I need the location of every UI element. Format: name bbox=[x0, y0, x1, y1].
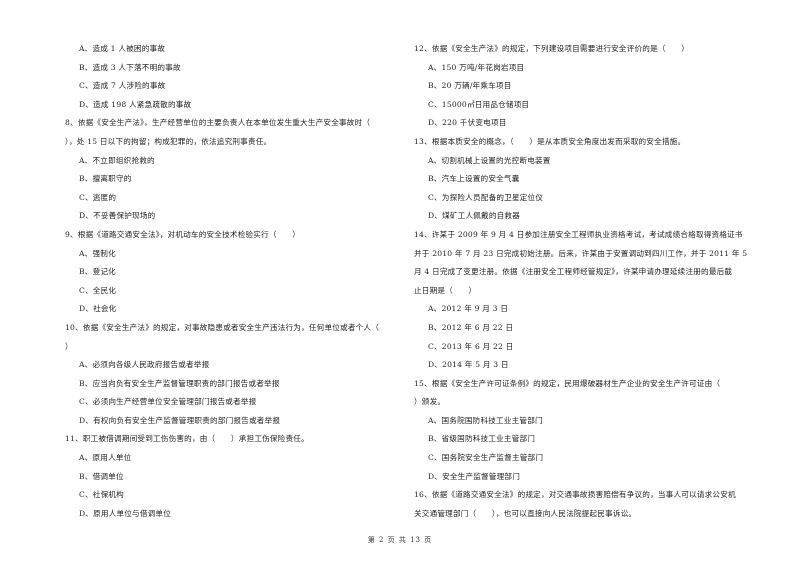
answer-option: C、为探险人员配备的卫星定位仪 bbox=[428, 192, 544, 202]
answer-option: B、登记化 bbox=[79, 267, 116, 277]
question-text: ）颁发。 bbox=[414, 397, 446, 407]
answer-option: D、不妥善保护现场的 bbox=[79, 211, 156, 221]
question-text: 关交通管理部门（ ），也可以直接向人民法院提起民事诉讼。 bbox=[414, 508, 637, 518]
question-text: 13、根据本质安全的概念，（ ）是从本质安全角度出发而采取的安全措施。 bbox=[414, 136, 686, 146]
answer-option: A、造成 1 人被困的事故 bbox=[79, 44, 166, 53]
answer-option: D、原用人单位与借调单位 bbox=[79, 508, 172, 518]
answer-option: B、擅离职守的 bbox=[79, 174, 132, 184]
answer-option: B、20 万辆/年乘车项目 bbox=[428, 81, 512, 91]
answer-option: A、不立即组织抢救的 bbox=[79, 155, 155, 165]
answer-option: D、2014 年 5 月 3 日 bbox=[428, 360, 509, 370]
answer-option: B、借调单位 bbox=[79, 471, 124, 481]
answer-option: A、强制化 bbox=[79, 248, 116, 258]
answer-option: D、造成 198 人紧急疏散的事故 bbox=[79, 99, 192, 109]
question-text: 9、根据《道路交通安全法》，对机动车的安全技术检验实行（ ） bbox=[65, 229, 301, 239]
right-column: 12、依据《安全生产法》的规定，下列建设项目需要进行安全评价的是（ ） A、150… bbox=[414, 40, 764, 523]
answer-option: B、造成 3 人下落不明的事故 bbox=[79, 62, 181, 72]
answer-option: C、15000㎡日用品仓储项目 bbox=[428, 99, 530, 109]
answer-option: A、国务院国防科技工业主管部门 bbox=[428, 415, 543, 425]
answer-option: A、必须向各级人民政府报告或者举报 bbox=[79, 360, 210, 370]
answer-option: C、必须向生产经营单位安全管理部门报告或者举报 bbox=[79, 397, 257, 407]
question-text: 12、依据《安全生产法》的规定，下列建设项目需要进行安全评价的是（ ） bbox=[414, 44, 690, 53]
question-text: 止日期是（ ） bbox=[414, 285, 477, 295]
answer-option: C、全民化 bbox=[79, 285, 117, 295]
answer-option: D、社会化 bbox=[79, 304, 117, 314]
answer-option: A、150 万吨/年花岗岩项目 bbox=[428, 62, 525, 72]
answer-option: C、国务院安全生产监督主管部门 bbox=[428, 453, 544, 463]
answer-option: C、造成 7 人涉险的事故 bbox=[79, 81, 166, 91]
answer-option: D、煤矿工人佩戴的自救器 bbox=[428, 211, 521, 221]
answer-option: A、切割机械上设置的光控断电装置 bbox=[428, 155, 551, 165]
question-text: 月 4 日完成了变更注册。依据《注册安全工程师经管规定》，许某申请办理延续注册的… bbox=[414, 267, 733, 277]
answer-option: B、汽车上设置的安全气囊 bbox=[428, 174, 520, 184]
question-text: 15、根据《安全生产许可证条例》的规定，民用爆破器材生产企业的安全生产许可证由（ bbox=[414, 378, 721, 388]
answer-option: D、安全生产监督管理部门 bbox=[428, 471, 521, 481]
left-column: A、造成 1 人被困的事故 B、造成 3 人下落不明的事故 C、造成 7 人涉险的事… bbox=[65, 40, 410, 523]
answer-option: B、应当向负有安全生产监督管理职责的部门报告或者举报 bbox=[79, 378, 280, 388]
question-text: 10、依据《安全生产法》的规定，对事故隐患或者安全生产违法行为，任何单位或者个人… bbox=[65, 322, 380, 332]
question-text: 11、职工被借调期间受到工伤伤害的，由（ ）承担工伤保险责任。 bbox=[65, 434, 309, 444]
answer-option: C、逃匿的 bbox=[79, 192, 117, 202]
question-text: 14、许某于 2009 年 9 月 4 日参加注册安全工程师执业资格考试，考试成… bbox=[414, 229, 743, 239]
answer-option: D、有权向负有安全生产监督管理职责的部门报告或者举报 bbox=[79, 415, 281, 425]
page-footer: 第 2 页 共 13 页 bbox=[367, 536, 433, 544]
answer-option: D、220 千伏变电项目 bbox=[428, 118, 507, 128]
answer-option: A、原用人单位 bbox=[79, 453, 132, 463]
answer-option: B、省级国防科技工业主管部门 bbox=[428, 434, 536, 444]
question-text: ） bbox=[65, 341, 73, 351]
answer-option: A、2012 年 9 月 3 日 bbox=[428, 304, 509, 314]
answer-option: C、社保机构 bbox=[79, 490, 124, 500]
question-text: 16、依据《道路交通安全法》的规定，对交通事故损害赔偿有争议的，当事人可以请求公… bbox=[414, 490, 736, 500]
question-text: ），处 15 日以下的拘留；构成犯罪的，依法追究刑事责任。 bbox=[65, 136, 272, 146]
question-text: 并于 2010 年 7 月 23 日完成初始注册。后来，许某由于安置调动到四川工… bbox=[414, 248, 748, 258]
answer-option: B、2012 年 6 月 22 日 bbox=[428, 322, 514, 332]
answer-option: C、2013 年 6 月 22 日 bbox=[428, 341, 514, 351]
question-text: 8、依据《安全生产法》，生产经营单位的主要负责人在本单位发生重大生产安全事故时（ bbox=[65, 118, 371, 128]
